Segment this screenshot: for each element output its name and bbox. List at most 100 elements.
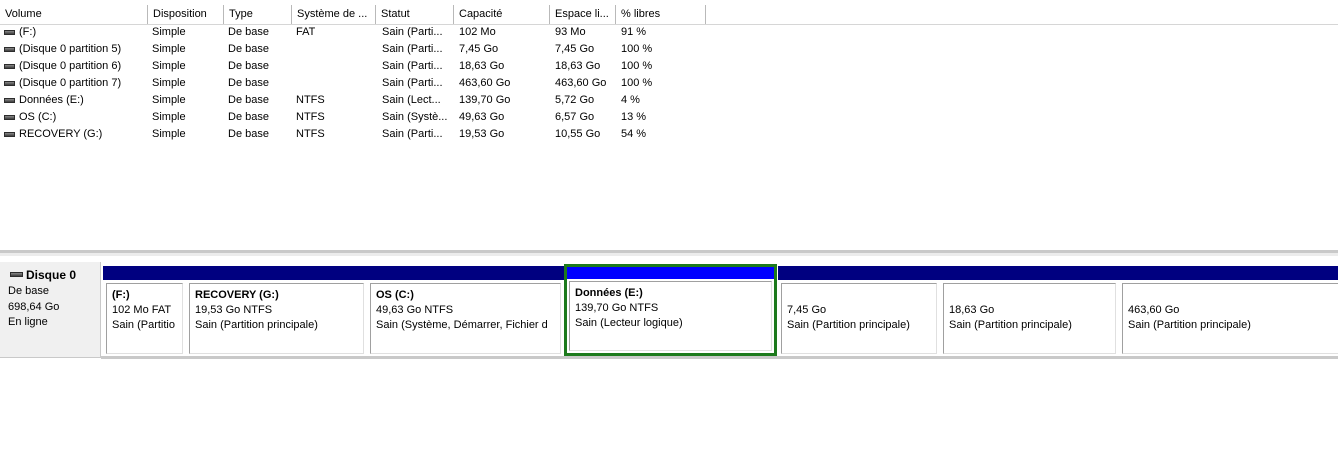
column-header-type[interactable]: Type — [224, 5, 292, 24]
partition-color-bar — [940, 266, 1119, 280]
volume-percent-free: 4 % — [621, 94, 640, 106]
partition-size: 102 Mo FAT — [112, 304, 172, 316]
volume-name: (Disque 0 partition 7) — [19, 77, 122, 89]
partition-block-f[interactable]: (F:) 102 Mo FAT Sain (Partitio — [103, 266, 186, 354]
partition-status: Sain (Lecteur logique) — [575, 317, 683, 329]
volume-name: Données (E:) — [19, 94, 84, 106]
volume-status: Sain (Parti... — [382, 26, 443, 38]
partition-color-bar — [103, 266, 186, 280]
partition-color-bar — [1119, 266, 1338, 280]
partition-size: 7,45 Go — [787, 304, 827, 316]
table-row[interactable]: (F:) Simple De base FAT Sain (Parti... 1… — [0, 24, 1338, 41]
partition-color-bar — [567, 267, 774, 279]
partition-info: 18,63 Go Sain (Partition principale) — [943, 283, 1116, 354]
volume-disposition: Simple — [152, 43, 186, 55]
partition-name: RECOVERY (G:) — [195, 289, 279, 301]
volume-percent-free: 54 % — [621, 128, 647, 140]
volume-type: De base — [228, 94, 269, 106]
column-header-volume[interactable]: Volume — [0, 5, 148, 24]
volume-disposition: Simple — [152, 128, 186, 140]
volume-disposition: Simple — [152, 60, 186, 72]
volume-icon — [4, 81, 15, 86]
partition-size: 18,63 Go — [949, 304, 995, 316]
volume-capacity: 19,53 Go — [459, 128, 505, 140]
partition-block-donnees-selected[interactable]: Données (E:) 139,70 Go NTFS Sain (Lecteu… — [564, 264, 777, 356]
partition-block-recovery[interactable]: RECOVERY (G:) 19,53 Go NTFS Sain (Partit… — [186, 266, 367, 354]
volume-capacity: 463,60 Go — [459, 77, 511, 89]
column-header-status[interactable]: Statut — [376, 5, 454, 24]
partition-size: 19,53 Go NTFS — [195, 304, 273, 316]
partition-status: Sain (Partition principale) — [1128, 319, 1251, 331]
volume-list[interactable]: Volume Disposition Type Système de ... S… — [0, 0, 1338, 250]
volume-icon — [4, 115, 15, 120]
volume-status: Sain (Lect... — [382, 94, 441, 106]
volume-free-space: 463,60 Go — [555, 77, 607, 89]
partition-info: (F:) 102 Mo FAT Sain (Partitio — [106, 283, 183, 354]
partition-info: 463,60 Go Sain (Partition principale) — [1122, 283, 1338, 354]
volume-type: De base — [228, 43, 269, 55]
partition-size: 463,60 Go — [1128, 304, 1180, 316]
partition-info: 7,45 Go Sain (Partition principale) — [781, 283, 937, 354]
column-header-percent-free[interactable]: % libres — [616, 5, 706, 24]
volume-status: Sain (Parti... — [382, 128, 443, 140]
column-header-filesystem[interactable]: Système de ... — [292, 5, 376, 24]
volume-free-space: 7,45 Go — [555, 43, 595, 55]
volume-free-space: 18,63 Go — [555, 60, 601, 72]
volume-disposition: Simple — [152, 77, 186, 89]
column-header-disposition[interactable]: Disposition — [148, 5, 224, 24]
partition-info: RECOVERY (G:) 19,53 Go NTFS Sain (Partit… — [189, 283, 364, 354]
table-row[interactable]: (Disque 0 partition 7) Simple De base Sa… — [0, 75, 1338, 92]
partition-size: 49,63 Go NTFS — [376, 304, 454, 316]
column-header-free-space[interactable]: Espace li... — [550, 5, 616, 24]
volume-free-space: 10,55 Go — [555, 128, 601, 140]
volume-name: (Disque 0 partition 5) — [19, 43, 122, 55]
partition-block-partition-5[interactable]: 7,45 Go Sain (Partition principale) — [778, 266, 940, 354]
partition-name: (F:) — [112, 289, 130, 301]
volume-icon — [4, 98, 15, 103]
partition-block-partition-7[interactable]: 463,60 Go Sain (Partition principale) — [1119, 266, 1338, 354]
volume-capacity: 49,63 Go — [459, 111, 505, 123]
table-row[interactable]: (Disque 0 partition 5) Simple De base Sa… — [0, 41, 1338, 58]
volume-name: (Disque 0 partition 6) — [19, 60, 122, 72]
disk-name: Disque 0 — [26, 268, 77, 282]
volume-capacity: 7,45 Go — [459, 43, 499, 55]
table-row[interactable]: OS (C:) Simple De base NTFS Sain (Systè.… — [0, 109, 1338, 126]
partition-color-bar — [778, 266, 940, 280]
partition-block-os[interactable]: OS (C:) 49,63 Go NTFS Sain (Système, Dém… — [367, 266, 564, 354]
volume-disposition: Simple — [152, 26, 186, 38]
volume-icon — [4, 132, 15, 137]
disk-label-panel[interactable]: Disque 0 De base 698,64 Go En ligne — [0, 262, 101, 358]
volume-free-space: 5,72 Go — [555, 94, 595, 106]
volume-type: De base — [228, 77, 269, 89]
table-row[interactable]: (Disque 0 partition 6) Simple De base Sa… — [0, 58, 1338, 75]
partition-status: Sain (Système, Démarrer, Fichier d — [376, 319, 548, 331]
volume-free-space: 93 Mo — [555, 26, 586, 38]
volume-percent-free: 100 % — [621, 60, 653, 72]
table-row[interactable]: RECOVERY (G:) Simple De base NTFS Sain (… — [0, 126, 1338, 143]
volume-percent-free: 100 % — [621, 43, 653, 55]
volume-disposition: Simple — [152, 94, 186, 106]
partition-color-bar — [186, 266, 367, 280]
partition-color-bar — [367, 266, 564, 280]
volume-percent-free: 91 % — [621, 26, 647, 38]
partition-name: OS (C:) — [376, 289, 414, 301]
disk-icon — [10, 272, 23, 277]
volume-status: Sain (Parti... — [382, 43, 443, 55]
disk-size: 698,64 Go — [8, 301, 60, 313]
column-header-row: Volume Disposition Type Système de ... S… — [0, 5, 1338, 25]
disk-type: De base — [8, 285, 49, 297]
partition-block-partition-6[interactable]: 18,63 Go Sain (Partition principale) — [940, 266, 1119, 354]
volume-type: De base — [228, 60, 269, 72]
table-row[interactable]: Données (E:) Simple De base NTFS Sain (L… — [0, 92, 1338, 109]
volume-name: (F:) — [19, 26, 37, 38]
volume-percent-free: 100 % — [621, 77, 653, 89]
column-header-capacity[interactable]: Capacité — [454, 5, 550, 24]
volume-icon — [4, 47, 15, 52]
partition-status: Sain (Partition principale) — [949, 319, 1072, 331]
disk-map-bottom-border — [101, 356, 1338, 359]
volume-status: Sain (Systè... — [382, 111, 448, 123]
partition-name: Données (E:) — [575, 287, 643, 299]
volume-capacity: 18,63 Go — [459, 60, 505, 72]
volume-type: De base — [228, 111, 269, 123]
volume-percent-free: 13 % — [621, 111, 647, 123]
